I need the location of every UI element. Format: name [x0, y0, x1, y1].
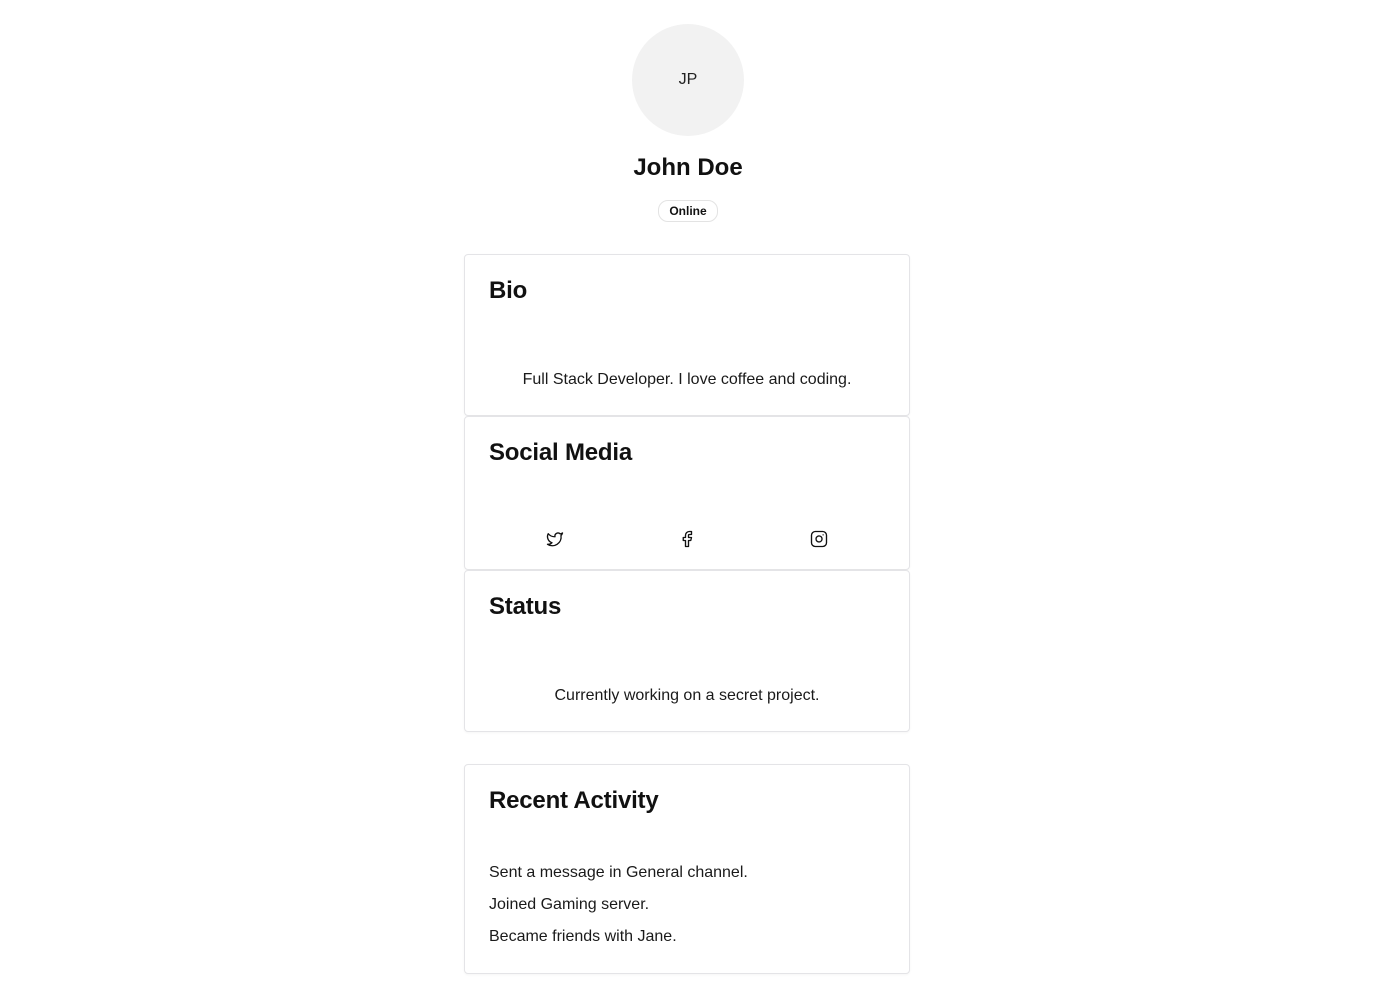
status-text: Currently working on a secret project. [554, 687, 820, 704]
recent-activity-title: Recent Activity [489, 787, 659, 814]
profile-name: John Doe [633, 154, 743, 181]
status-title: Status [489, 593, 562, 620]
activity-item: Joined Gaming server. [489, 896, 650, 913]
social-media-card: Social Media [464, 416, 910, 570]
avatar: JP [632, 24, 744, 136]
status-card: Status Currently working on a secret pro… [464, 570, 910, 732]
twitter-icon [546, 532, 564, 547]
social-media-title: Social Media [489, 439, 632, 466]
social-links [489, 527, 885, 551]
status-badge: Online [658, 200, 718, 222]
twitter-link[interactable] [543, 527, 567, 551]
status-badge-wrap: Online [0, 200, 1376, 222]
instagram-link[interactable] [807, 527, 831, 551]
avatar-initials: JP [678, 71, 698, 88]
bio-card: Bio Full Stack Developer. I love coffee … [464, 254, 910, 416]
profile-page: JP John Doe Online Bio Full Stack Develo… [0, 0, 1376, 998]
bio-title: Bio [489, 277, 528, 304]
recent-activity-card: Recent Activity Sent a message in Genera… [464, 764, 910, 974]
instagram-icon [810, 530, 828, 548]
facebook-link[interactable] [675, 527, 699, 551]
activity-item: Sent a message in General channel. [489, 864, 748, 881]
facebook-icon [682, 530, 693, 548]
bio-text: Full Stack Developer. I love coffee and … [522, 371, 852, 388]
activity-list: Sent a message in General channel. Joine… [489, 861, 748, 957]
activity-item: Became friends with Jane. [489, 928, 677, 945]
